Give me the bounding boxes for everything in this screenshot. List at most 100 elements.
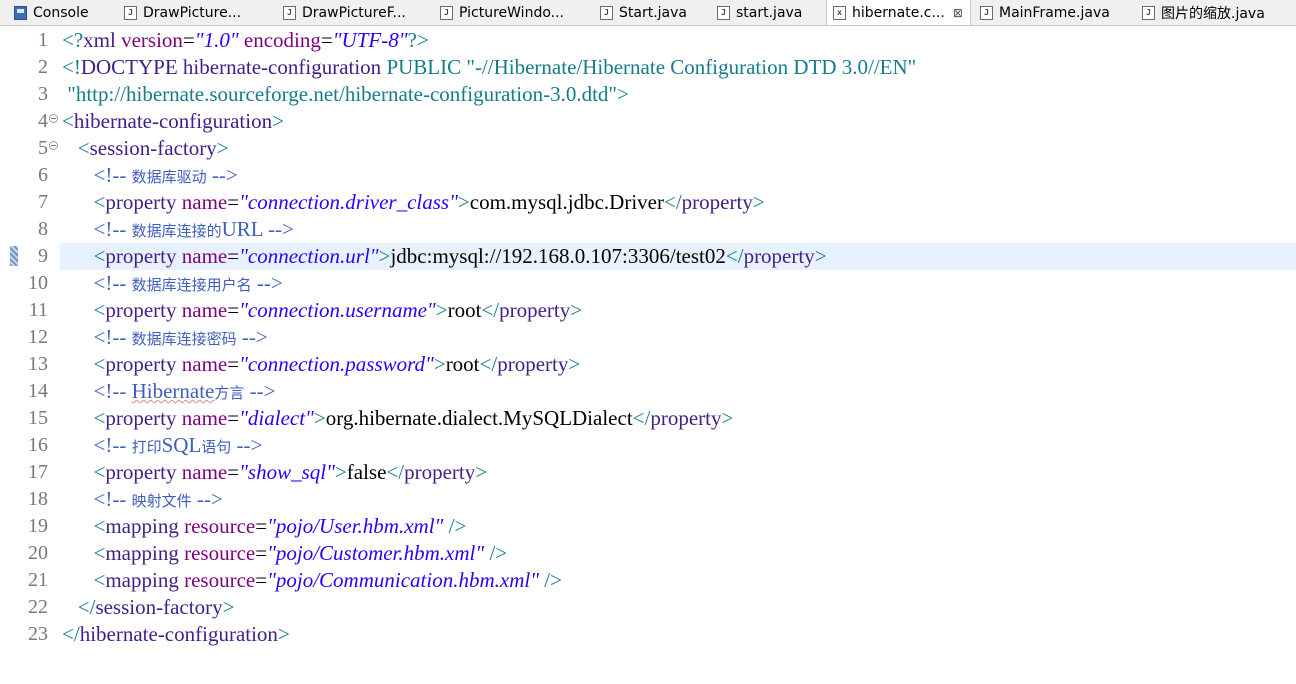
attribute-value: "UTF-8" [332,28,408,52]
tag-delimiter: </ [62,622,80,646]
code-area[interactable]: <mapping resource="pojo/User.hbm.xml" /> [60,513,1296,540]
tab-start-java-lower[interactable]: J start.java [717,0,822,25]
code-line[interactable]: 14 <!-- Hibernate方言 --> [0,378,1296,405]
code-area[interactable]: <property name="dialect">org.hibernate.d… [60,405,1296,432]
code-line[interactable]: 4 <hibernate-configuration> [0,108,1296,135]
tab-start-java[interactable]: J Start.java [600,0,710,25]
code-area[interactable]: <property name="connection.url">jdbc:mys… [60,243,1296,270]
code-area[interactable]: <!-- 数据库连接用户名 --> [60,270,1296,297]
element-name: mapping [105,541,185,565]
attribute-value: "connection.url" [239,244,379,268]
code-area[interactable]: <mapping resource="pojo/Customer.hbm.xml… [60,540,1296,567]
code-area[interactable]: <property name="show_sql">false</propert… [60,459,1296,486]
attribute-name: name [181,460,228,484]
comment-text: 映射文件 [131,492,192,510]
code-area[interactable]: </hibernate-configuration> [60,621,1296,648]
tab-label: MainFrame.java [999,4,1110,21]
attribute-value: "pojo/Customer.hbm.xml" [267,541,485,565]
code-area[interactable]: <!-- 数据库连接密码 --> [60,324,1296,351]
tab-console[interactable]: Console [14,0,114,25]
comment-text: 数据库连接密码 [131,330,237,348]
attribute-name: version [121,28,183,52]
code-area[interactable]: <!-- Hibernate方言 --> [60,378,1296,405]
code-area[interactable]: <!DOCTYPE hibernate-configuration PUBLIC… [60,54,1296,81]
tag-delimiter: < [77,136,90,160]
code-line[interactable]: 23 </hibernate-configuration> [0,621,1296,648]
xml-editor[interactable]: 1 <?xml version="1.0" encoding="UTF-8"?> 2… [0,26,1296,684]
code-line[interactable]: 3 "http://hibernate.sourceforge.net/hibe… [0,81,1296,108]
text-content: = [227,460,240,484]
code-area[interactable]: <property name="connection.username">roo… [60,297,1296,324]
tag-delimiter: </ [479,352,498,376]
fold-toggle-icon[interactable] [49,114,58,123]
close-icon[interactable]: ⊠ [953,6,963,20]
tag-delimiter: < [93,541,106,565]
tab-image-scale[interactable]: J 图片的缩放.java [1142,0,1296,25]
tab-mainframe[interactable]: J MainFrame.java [980,0,1130,25]
code-area[interactable]: <property name="connection.driver_class"… [60,189,1296,216]
comment-text: Hibernate [131,379,215,403]
element-name: hibernate-configuration [79,622,278,646]
tag-delimiter: <? [62,28,84,52]
code-line[interactable]: 21 <mapping resource="pojo/Communication… [0,567,1296,594]
code-line[interactable]: 17 <property name="show_sql">false</prop… [0,459,1296,486]
code-line[interactable]: 12 <!-- 数据库连接密码 --> [0,324,1296,351]
line-number: 23 [28,623,48,645]
comment-text: <!-- [93,271,132,295]
tab-label: Console [33,4,89,21]
tag-delimiter: </ [77,595,96,619]
code-area[interactable]: </session-factory> [60,594,1296,621]
code-area[interactable]: <!-- 映射文件 --> [60,486,1296,513]
code-line[interactable]: 7 <property name="connection.driver_clas… [0,189,1296,216]
tab-drawpicture[interactable]: J DrawPicture... [124,0,272,25]
code-line[interactable]: 6 <!-- 数据库驱动 --> [0,162,1296,189]
fold-toggle-icon[interactable] [49,141,58,150]
code-line[interactable]: 2 <!DOCTYPE hibernate-configuration PUBLI… [0,54,1296,81]
element-name: mapping [105,568,185,592]
tag-delimiter: </ [632,406,651,430]
code-area[interactable]: <hibernate-configuration> [60,108,1296,135]
text-content: = [227,244,240,268]
tab-drawpicturef[interactable]: J DrawPictureF... [283,0,433,25]
element-name: property [499,298,571,322]
code-text: <!-- Hibernate方言 --> [62,378,276,407]
code-area[interactable]: <session-factory> [60,135,1296,162]
code-line[interactable]: 8 <!-- 数据库连接的URL --> [0,216,1296,243]
code-line[interactable]: 19 <mapping resource="pojo/User.hbm.xml"… [0,513,1296,540]
tag-delimiter: > [814,244,827,268]
line-number: 2 [38,56,48,78]
code-text: <?xml version="1.0" encoding="UTF-8"?> [62,27,429,54]
code-area[interactable]: "http://hibernate.sourceforge.net/hibern… [60,81,1296,108]
tab-label: DrawPictureF... [302,4,406,21]
code-area[interactable]: <mapping resource="pojo/Communication.hb… [60,567,1296,594]
code-text: <property name="connection.username">roo… [62,297,583,324]
code-line[interactable]: 5 <session-factory> [0,135,1296,162]
code-line[interactable]: 11 <property name="connection.username">… [0,297,1296,324]
code-line[interactable]: 22 </session-factory> [0,594,1296,621]
code-area[interactable]: <!-- 打印SQL语句 --> [60,432,1296,459]
tab-picturewindow[interactable]: J PictureWindo... [440,0,590,25]
text-content [62,190,94,214]
code-line[interactable]: 16 <!-- 打印SQL语句 --> [0,432,1296,459]
code-area[interactable]: <!-- 数据库连接的URL --> [60,216,1296,243]
code-area[interactable]: <?xml version="1.0" encoding="UTF-8"?> [60,27,1296,54]
comment-text: --> [244,379,276,403]
attribute-value: "dialect" [239,406,314,430]
code-text: <session-factory> [62,135,229,162]
text-content: = [227,406,240,430]
tab-hibernate-cfg[interactable]: x hibernate.c... ⊠ [826,0,971,25]
code-line[interactable]: 1 <?xml version="1.0" encoding="UTF-8"?> [0,27,1296,54]
code-area[interactable]: <!-- 数据库驱动 --> [60,162,1296,189]
code-line[interactable]: 18 <!-- 映射文件 --> [0,486,1296,513]
element-name: property [105,298,182,322]
code-line[interactable]: 15 <property name="dialect">org.hibernat… [0,405,1296,432]
attribute-value: "1.0" [194,28,239,52]
code-line[interactable]: 13 <property name="connection.password">… [0,351,1296,378]
code-area[interactable]: <property name="connection.password">roo… [60,351,1296,378]
code-text: <!-- 数据库连接用户名 --> [62,270,283,299]
code-line[interactable]: 20 <mapping resource="pojo/Customer.hbm.… [0,540,1296,567]
code-line[interactable]: 9 <property name="connection.url">jdbc:m… [0,243,1296,270]
line-number: 17 [28,461,48,483]
java-file-icon: J [440,5,453,20]
code-line[interactable]: 10 <!-- 数据库连接用户名 --> [0,270,1296,297]
